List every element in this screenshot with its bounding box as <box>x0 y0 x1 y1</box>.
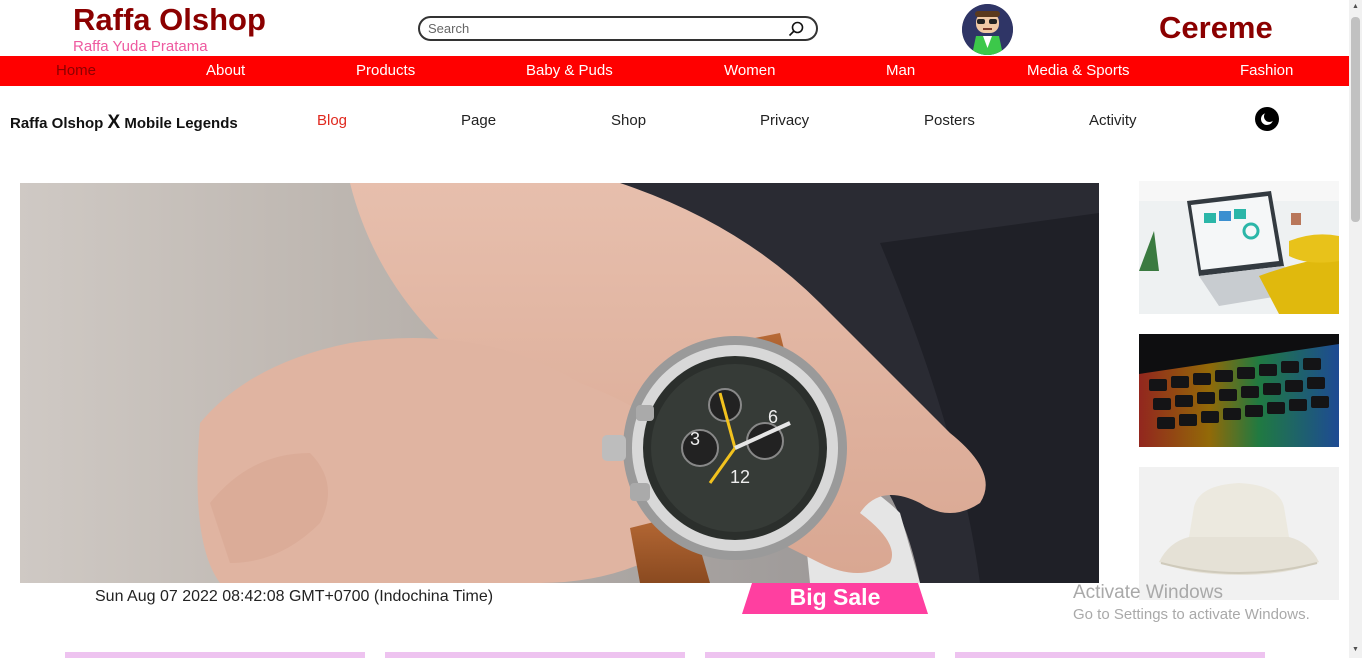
current-date: Sun Aug 07 2022 08:42:08 GMT+0700 (Indoc… <box>95 588 494 605</box>
svg-text:6: 6 <box>768 407 778 427</box>
search-input[interactable] <box>428 21 778 36</box>
sub-nav: Raffa Olshop X Mobile Legends Blog Page … <box>0 86 1349 156</box>
vertical-scrollbar[interactable]: ▲ ▼ <box>1349 0 1362 658</box>
nav-item-women[interactable]: Women <box>724 62 775 79</box>
scroll-down-icon[interactable]: ▼ <box>1352 646 1359 653</box>
nav-item-fashion[interactable]: Fashion <box>1240 62 1293 79</box>
collab-brand: Raffa Olshop X Mobile Legends <box>10 112 238 134</box>
nav-item-man[interactable]: Man <box>886 62 915 79</box>
svg-text:3: 3 <box>690 429 700 449</box>
scroll-thumb[interactable] <box>1351 17 1360 222</box>
search-icon[interactable] <box>788 21 804 37</box>
subnav-shop[interactable]: Shop <box>611 112 646 129</box>
collab-x: X <box>107 112 121 133</box>
thumbnail-bucket-hat[interactable] <box>1139 467 1339 600</box>
brand-subtitle: Raffa Yuda Pratama <box>73 38 208 55</box>
svg-text:12: 12 <box>730 467 750 487</box>
moon-icon <box>1261 111 1275 125</box>
collab-brand-right: Mobile Legends <box>124 115 238 132</box>
thumbnail-laptop[interactable] <box>1139 181 1339 314</box>
thumbnail-keyboard[interactable] <box>1139 334 1339 447</box>
card-strip <box>385 652 685 658</box>
subnav-page[interactable]: Page <box>461 112 496 129</box>
nav-item-about[interactable]: About <box>206 62 245 79</box>
subnav-posters[interactable]: Posters <box>924 112 975 129</box>
collab-brand-left: Raffa Olshop <box>10 115 104 132</box>
big-sale-label[interactable]: Big Sale <box>742 584 928 611</box>
hero-image: 6 3 12 <box>20 183 1099 583</box>
search-box[interactable] <box>418 16 818 41</box>
brand-title[interactable]: Raffa Olshop <box>73 2 266 38</box>
card-strip <box>955 652 1265 658</box>
nav-item-baby-puds[interactable]: Baby & Puds <box>526 62 613 79</box>
watch-photo: 6 3 12 <box>20 183 1099 583</box>
subnav-activity[interactable]: Activity <box>1089 112 1137 129</box>
subnav-privacy[interactable]: Privacy <box>760 112 809 129</box>
subnav-blog[interactable]: Blog <box>317 112 347 129</box>
nav-item-home[interactable]: Home <box>56 62 96 79</box>
right-title: Cereme <box>1159 10 1273 45</box>
avatar[interactable] <box>962 4 1013 55</box>
main-nav: Home About Products Baby & Puds Women Ma… <box>0 56 1349 86</box>
card-strip <box>65 652 365 658</box>
activate-windows-title: Activate Windows <box>1073 582 1223 603</box>
activate-windows-hint: Go to Settings to activate Windows. <box>1073 606 1310 623</box>
site-header: Raffa Olshop Raffa Yuda Pratama Cereme <box>0 0 1349 56</box>
nav-item-media-sports[interactable]: Media & Sports <box>1027 62 1130 79</box>
card-strip <box>705 652 935 658</box>
nav-item-products[interactable]: Products <box>356 62 415 79</box>
scroll-up-icon[interactable]: ▲ <box>1352 3 1359 10</box>
dark-mode-toggle[interactable] <box>1255 107 1279 131</box>
